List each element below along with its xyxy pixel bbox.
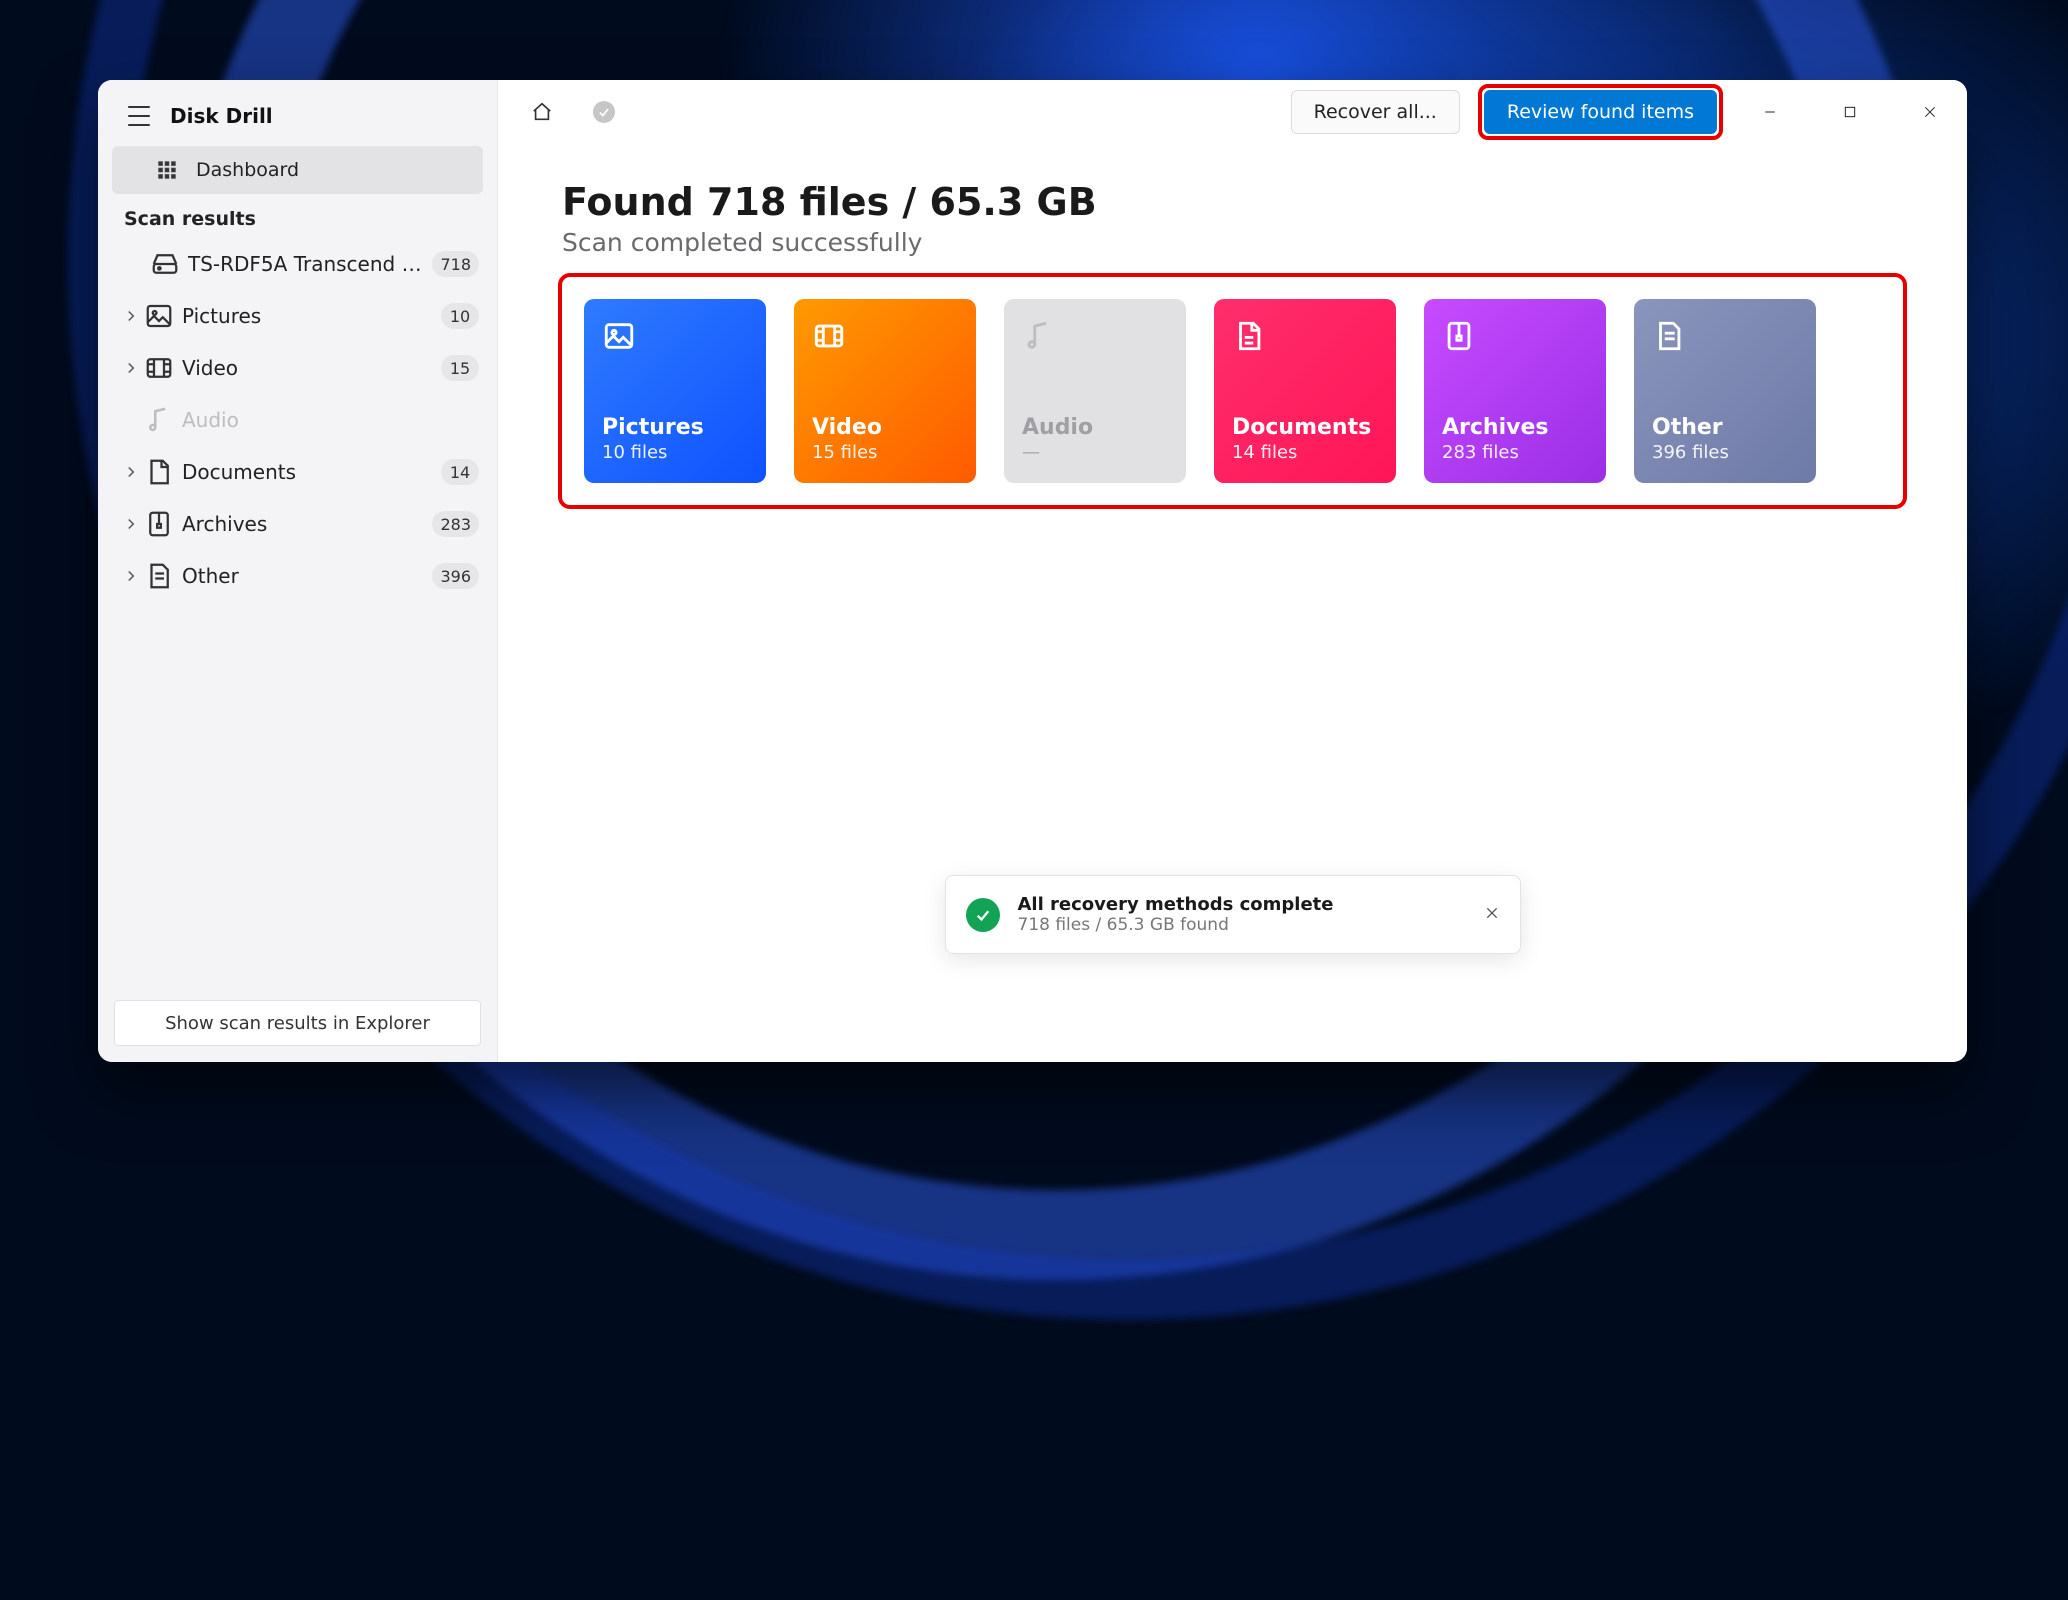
tree-documents-badge: 14 [441, 459, 479, 485]
home-button[interactable] [522, 92, 562, 132]
card-documents[interactable]: Documents 14 files [1214, 299, 1396, 483]
app-title: Disk Drill [170, 104, 273, 128]
titlebar: Recover all... Review found items [498, 80, 1967, 144]
nav-dashboard[interactable]: Dashboard [112, 146, 483, 194]
tree-drive-label: TS-RDF5A Transcend US... [188, 252, 432, 276]
file-icon [1652, 319, 1686, 353]
tree-video-badge: 15 [441, 355, 479, 381]
toast-text: All recovery methods complete 718 files … [1018, 894, 1334, 935]
window-maximize-button[interactable] [1821, 89, 1879, 135]
show-in-explorer-button[interactable]: Show scan results in Explorer [114, 1000, 481, 1046]
titlebar-left [522, 92, 624, 132]
tree-other-badge: 396 [432, 563, 479, 589]
success-icon [966, 898, 1000, 932]
tree-video-label: Video [182, 356, 441, 380]
tree-other-label: Other [182, 564, 432, 588]
card-video-sub: 15 files [812, 442, 958, 463]
document-icon [1232, 319, 1266, 353]
tree-audio-label: Audio [182, 408, 479, 432]
grid-icon [154, 159, 180, 181]
card-other-sub: 396 files [1652, 442, 1798, 463]
card-pictures-sub: 10 files [602, 442, 748, 463]
recover-all-button[interactable]: Recover all... [1291, 90, 1460, 134]
tree-drive-badge: 718 [432, 251, 479, 277]
card-archives[interactable]: Archives 283 files [1424, 299, 1606, 483]
card-documents-title: Documents [1232, 415, 1378, 440]
card-archives-sub: 283 files [1442, 442, 1588, 463]
audio-icon [144, 405, 174, 435]
sidebar: Disk Drill Dashboard Scan results TS-RDF… [98, 80, 498, 1062]
tree-documents[interactable]: Documents 14 [98, 446, 497, 498]
card-video-title: Video [812, 415, 958, 440]
tree-archives-label: Archives [182, 512, 432, 536]
window-minimize-button[interactable] [1741, 89, 1799, 135]
picture-icon [144, 301, 174, 331]
tree-documents-label: Documents [182, 460, 441, 484]
card-pictures-title: Pictures [602, 415, 748, 440]
nav-dashboard-label: Dashboard [196, 159, 299, 181]
tree-archives[interactable]: Archives 283 [98, 498, 497, 550]
content-area: Found 718 files / 65.3 GB Scan completed… [498, 144, 1967, 541]
main-pane: Recover all... Review found items Found … [498, 80, 1967, 1062]
review-button-highlight: Review found items [1482, 88, 1719, 136]
tree-pictures-label: Pictures [182, 304, 441, 328]
file-icon [144, 561, 174, 591]
picture-icon [602, 319, 636, 353]
scan-results-section-label: Scan results [98, 194, 497, 238]
tree-audio[interactable]: Audio [98, 394, 497, 446]
card-audio-sub: — [1022, 442, 1168, 463]
card-pictures[interactable]: Pictures 10 files [584, 299, 766, 483]
status-complete-icon [584, 92, 624, 132]
chevron-right-icon [122, 463, 140, 481]
video-icon [812, 319, 846, 353]
toast-sub: 718 files / 65.3 GB found [1018, 915, 1334, 935]
card-audio[interactable]: Audio — [1004, 299, 1186, 483]
sidebar-header: Disk Drill [98, 80, 497, 146]
chevron-right-icon [122, 359, 140, 377]
chevron-right-icon [122, 307, 140, 325]
document-icon [144, 457, 174, 487]
chevron-right-icon [122, 515, 140, 533]
toast-title: All recovery methods complete [1018, 894, 1334, 915]
chevron-right-icon [122, 567, 140, 585]
app-window: Disk Drill Dashboard Scan results TS-RDF… [98, 80, 1967, 1062]
menu-icon[interactable] [128, 106, 150, 126]
tree-pictures[interactable]: Pictures 10 [98, 290, 497, 342]
category-cards-highlight: Pictures 10 files Video 15 files Audio — [562, 277, 1903, 505]
completion-toast: All recovery methods complete 718 files … [945, 875, 1521, 954]
tree-other[interactable]: Other 396 [98, 550, 497, 602]
tree-drive[interactable]: TS-RDF5A Transcend US... 718 [98, 238, 497, 290]
card-other[interactable]: Other 396 files [1634, 299, 1816, 483]
card-archives-title: Archives [1442, 415, 1588, 440]
results-headline: Found 718 files / 65.3 GB [562, 180, 1903, 224]
archive-icon [1442, 319, 1476, 353]
video-icon [144, 353, 174, 383]
results-subline: Scan completed successfully [562, 228, 1903, 257]
tree-archives-badge: 283 [432, 511, 479, 537]
card-documents-sub: 14 files [1232, 442, 1378, 463]
window-close-button[interactable] [1901, 89, 1959, 135]
card-other-title: Other [1652, 415, 1798, 440]
tree-pictures-badge: 10 [441, 303, 479, 329]
archive-icon [144, 509, 174, 539]
sidebar-footer: Show scan results in Explorer [98, 984, 497, 1062]
card-video[interactable]: Video 15 files [794, 299, 976, 483]
review-found-items-button[interactable]: Review found items [1484, 90, 1717, 134]
card-audio-title: Audio [1022, 415, 1168, 440]
drive-icon [150, 249, 180, 279]
audio-icon [1022, 319, 1056, 353]
tree-video[interactable]: Video 15 [98, 342, 497, 394]
toast-close-button[interactable] [1484, 905, 1500, 925]
